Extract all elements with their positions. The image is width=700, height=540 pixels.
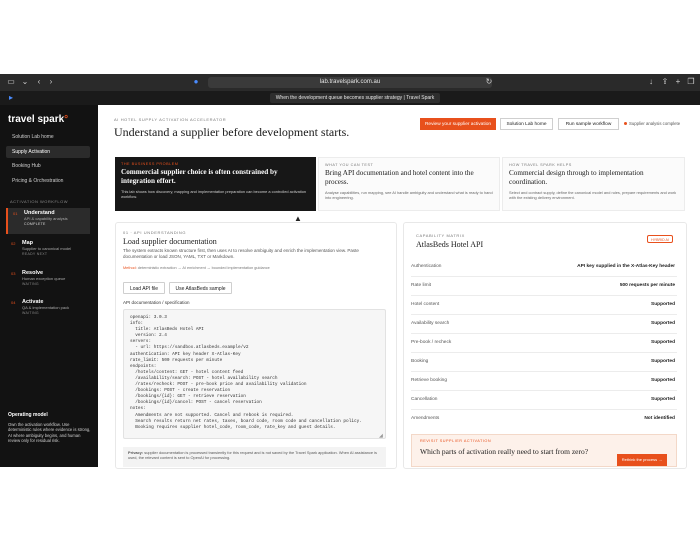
sidebar-item-pricing[interactable]: Pricing & Orchestration	[6, 175, 90, 187]
tabs-overview-icon[interactable]: ❐	[686, 78, 696, 86]
method-line: Method: deterministic extraction → AI en…	[123, 266, 270, 270]
capability-row: Cancellation Supported	[411, 391, 677, 410]
step-number: 02	[11, 241, 16, 246]
step-sub: Human exception queue	[22, 276, 66, 281]
card-heading: Commercial design through to implementat…	[509, 169, 644, 186]
capability-row: Booking Supported	[411, 353, 677, 372]
step-status: WAITING	[22, 311, 39, 315]
capability-row: Pre-book / recheck Supported	[411, 334, 677, 353]
review-activation-button[interactable]: Review your supplier activation	[420, 118, 496, 130]
page-title: Understand a supplier before development…	[114, 125, 350, 139]
share-icon[interactable]: ⇪	[660, 78, 670, 86]
capability-row: Amendments Not identified	[411, 416, 675, 421]
run-sample-button[interactable]: Run sample workflow	[558, 118, 619, 130]
card-text: Analyse capabilities, run mapping, see A…	[325, 190, 493, 200]
load-description: The system extracts known structure firs…	[123, 248, 359, 259]
card-business-problem: THE BUSINESS PROBLEM Commercial supplier…	[115, 157, 316, 211]
status-indicator: Supplier analysis complete	[624, 121, 680, 126]
page-eyebrow: AI HOTEL SUPPLY ACTIVATION ACCELERATOR	[114, 117, 227, 122]
use-sample-button[interactable]: Use AtlasBeds sample	[169, 282, 232, 294]
capability-title: AtlasBeds Hotel API	[416, 240, 484, 249]
card-heading: Commercial supplier choice is often cons…	[121, 168, 278, 185]
revisit-eyebrow: REVISIT SUPPLIER ACTIVATION	[420, 439, 492, 443]
card-how-we-help: HOW TRAVEL SPARK HELPS Commercial design…	[502, 157, 685, 211]
load-title: Load supplier documentation	[123, 237, 217, 246]
section-label: ACTIVATION WORKFLOW	[10, 199, 69, 204]
step-number: 01	[13, 211, 18, 216]
revisit-question: Which parts of activation really need to…	[420, 447, 589, 456]
reload-icon[interactable]: ↻	[484, 78, 494, 86]
logo[interactable]: travel spark°	[8, 114, 68, 125]
card-eyebrow: THE BUSINESS PROBLEM	[121, 162, 179, 166]
step-sub: API & capability analysis	[24, 216, 68, 221]
tab-group-icon[interactable]: ▸	[6, 94, 16, 102]
card-eyebrow: WHAT YOU CAN TEST	[325, 163, 374, 167]
card-heading: Bring API documentation and hotel conten…	[325, 169, 474, 186]
privacy-note: Privacy: supplier documentation is proce…	[123, 447, 386, 467]
status-dot-icon	[624, 122, 627, 126]
capability-eyebrow: CAPABILITY MATRIX	[416, 233, 465, 238]
capability-row: Retrieve booking Supported	[411, 372, 677, 391]
hybrid-ai-badge: HYBRID AI	[647, 235, 673, 243]
lab-home-button[interactable]: Solution Lab home	[500, 118, 553, 130]
capability-row: Authentication API key supplied in the X-…	[411, 258, 677, 277]
operating-model: Operating model Own the activation workf…	[8, 412, 92, 444]
load-eyebrow: 01 · API UNDERSTANDING	[123, 230, 187, 235]
operating-model-text: Own the activation workflow. Use determi…	[8, 421, 91, 444]
tab-active[interactable]: When the development queue becomes suppl…	[270, 93, 440, 103]
resize-handle-icon[interactable]: ◢	[379, 433, 383, 439]
chevron-down-icon[interactable]: ⌄	[20, 78, 30, 86]
step-activate[interactable]: 04 Activate QA & implementation pack WAI…	[6, 297, 90, 323]
load-api-file-button[interactable]: Load API file	[123, 282, 165, 294]
card-text: This lab shows how discovery, mapping an…	[121, 189, 307, 199]
step-status: WAITING	[22, 282, 39, 286]
capability-row: Hotel content Supported	[411, 296, 677, 315]
back-icon[interactable]: ‹	[34, 78, 44, 86]
sidebar-item-supply-activation[interactable]: Supply Activation	[6, 146, 90, 158]
rethink-process-button[interactable]: Rethink the process →	[617, 454, 667, 466]
sidebar-item-booking-hub[interactable]: Booking Hub	[6, 160, 90, 172]
card-what-you-can-test: WHAT YOU CAN TEST Bring API documentatio…	[318, 157, 500, 211]
address-bar[interactable]: lab.travelspark.com.au	[208, 77, 492, 88]
download-icon[interactable]: ↓	[646, 78, 656, 86]
step-number: 04	[11, 300, 16, 305]
step-sub: Supplier to canonical model	[22, 246, 72, 251]
sidebar-item-home[interactable]: Solution Lab home	[6, 131, 90, 143]
step-resolve[interactable]: 03 Resolve Human exception queue WAITING	[6, 268, 90, 294]
new-tab-icon[interactable]: +	[673, 78, 683, 86]
step-number: 03	[11, 271, 16, 276]
sidebar-toggle-icon[interactable]: ▭	[6, 78, 16, 86]
spec-textarea[interactable]: openapi: 3.0.3 info: title: AtlasBeds Ho…	[123, 309, 386, 439]
card-eyebrow: HOW TRAVEL SPARK HELPS	[509, 163, 572, 167]
step-sub: QA & implementation pack	[22, 305, 70, 310]
capability-row: Rate limit 500 requests per minute	[411, 277, 677, 296]
shield-icon[interactable]: ●	[191, 78, 201, 86]
step-status: READY NEXT	[22, 252, 48, 256]
operating-model-title: Operating model	[8, 412, 48, 418]
forward-icon[interactable]: ›	[46, 78, 56, 86]
step-status: COMPLETE	[24, 222, 46, 226]
step-map[interactable]: 02 Map Supplier to canonical model READY…	[6, 238, 90, 264]
capability-row: Availability search Supported	[411, 315, 677, 334]
step-understand[interactable]: 01 Understand API & capability analysis …	[6, 208, 90, 234]
card-text: Select and contract supply, define the c…	[509, 190, 677, 200]
spec-label: API documentation / specification	[123, 300, 190, 305]
